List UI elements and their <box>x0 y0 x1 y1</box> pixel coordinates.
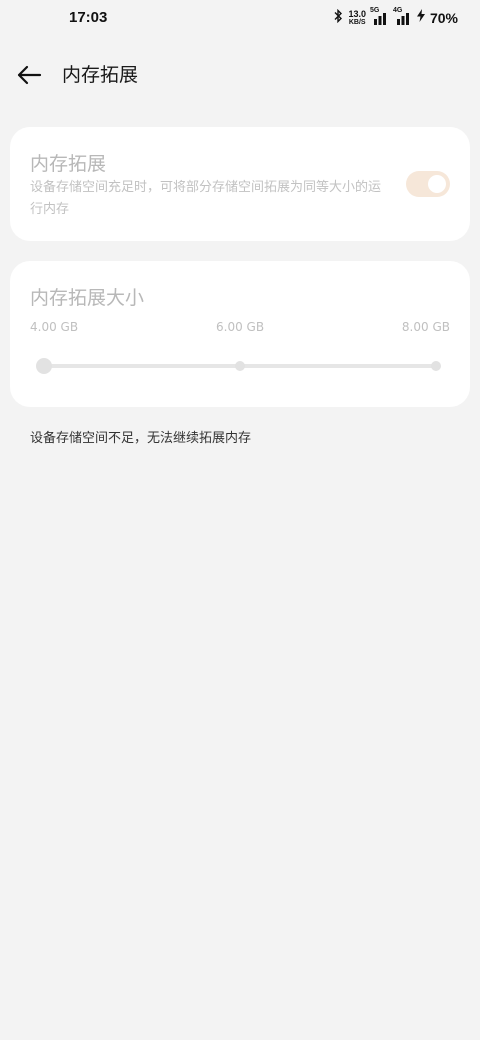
signal-4g-tag: 4G <box>392 7 403 14</box>
slider-label-max: 8.00 GB <box>401 320 450 334</box>
signal-5g-tag: 5G <box>369 7 380 14</box>
back-button[interactable] <box>14 62 44 88</box>
memory-expansion-description: 设备存储空间充足时，可将部分存储空间拓展为同等大小的运行内存 <box>30 180 382 217</box>
battery-level: 70% <box>429 10 458 26</box>
memory-expansion-toggle[interactable] <box>406 171 450 197</box>
size-slider-thumb[interactable] <box>36 358 52 374</box>
status-icons: 13.0 KB/S 5G 4G 70% <box>333 7 458 28</box>
slider-stop-max <box>431 361 441 371</box>
slider-label-mid: 6.00 GB <box>216 320 265 334</box>
slider-stop-mid <box>235 361 245 371</box>
network-speed: 13.0 KB/S <box>348 8 366 27</box>
page-title: 内存拓展 <box>62 64 139 86</box>
signal-5g-icon: 5G <box>370 7 389 25</box>
app-header: 内存拓展 <box>0 52 480 100</box>
insufficient-storage-note: 设备存储空间不足，无法继续拓展内存 <box>30 431 252 446</box>
status-bar: 17:03 13.0 KB/S 5G 4G 70% <box>0 0 480 36</box>
network-speed-value: 13.0 <box>348 8 366 19</box>
bluetooth-icon <box>333 8 343 28</box>
slider-label-min: 4.00 GB <box>30 320 79 334</box>
expansion-size-title: 内存拓展大小 <box>30 287 145 309</box>
network-speed-unit: KB/S <box>348 18 366 26</box>
status-time: 17:03 <box>69 9 108 26</box>
signal-4g-icon: 4G <box>393 7 412 25</box>
arrow-left-icon <box>17 65 42 85</box>
memory-expansion-title: 内存拓展 <box>30 153 107 175</box>
charging-icon <box>416 9 425 27</box>
memory-expansion-card: 内存拓展 设备存储空间充足时，可将部分存储空间拓展为同等大小的运行内存 <box>10 127 470 241</box>
toggle-knob <box>428 175 446 193</box>
expansion-size-card: 内存拓展大小 4.00 GB 6.00 GB 8.00 GB <box>10 261 470 407</box>
